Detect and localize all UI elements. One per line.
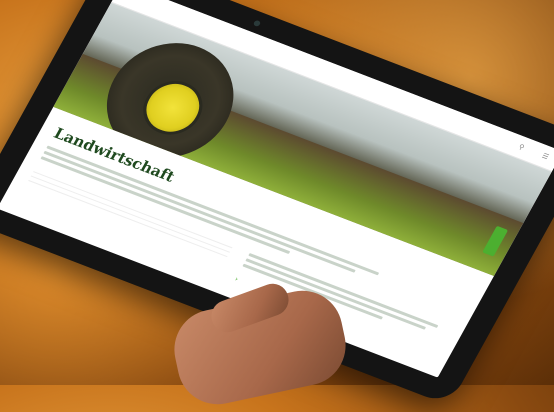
menu-icon[interactable]: ☰	[540, 152, 550, 161]
search-icon[interactable]: ⚲	[517, 143, 526, 152]
chevron-right-icon[interactable]: ›	[234, 276, 240, 283]
camera-icon	[252, 19, 262, 28]
